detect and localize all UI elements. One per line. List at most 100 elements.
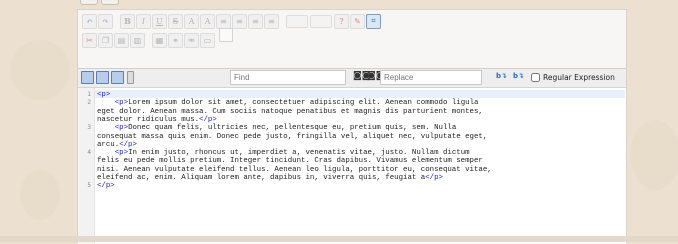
strikethrough-icon[interactable]: S — [168, 13, 183, 29]
settings-icon[interactable] — [127, 71, 134, 84]
code-line: eleifend ac, enim. Aliquam lorem ante, d… — [97, 174, 617, 182]
code-line: <p> — [97, 91, 617, 99]
code-line: <p>Lorem ipsum dolor sit amet, consectet… — [97, 99, 617, 107]
html-tag: <p> — [97, 91, 111, 99]
link-glyph: ⚭ — [172, 35, 179, 45]
html-tag: <p> — [114, 99, 129, 108]
regex-label: Regular Expression — [543, 73, 615, 82]
code-line: <p>In enim justo, rhoncus ut, imperdiet … — [97, 149, 617, 157]
italic-glyph: I — [141, 16, 146, 26]
underline-glyph: U — [156, 16, 163, 26]
paste-text-icon[interactable]: ▥ — [130, 32, 145, 48]
html-tag: </p> — [199, 115, 217, 124]
line-number-gutter: 1 2 3 4 5 — [78, 88, 95, 244]
align-right-glyph: ≡ — [252, 16, 259, 26]
image-glyph: ▭ — [203, 35, 212, 45]
redo-glyph: ↷ — [102, 16, 109, 26]
toolbar-row-2: ✂ ❐ ▤ ▥ ▦ ⚭ ⚮ ▭ — [82, 28, 233, 49]
html-tag: </p> — [119, 140, 137, 149]
code-line: </p> — [97, 182, 617, 190]
paste-icon[interactable]: ▤ — [114, 32, 129, 48]
toolbar-extra-box[interactable] — [219, 28, 233, 42]
replace-input[interactable] — [380, 70, 482, 85]
regex-checkbox[interactable] — [531, 73, 540, 82]
top-button-2[interactable] — [101, 0, 119, 5]
undo-icon[interactable]: ↶ — [82, 13, 97, 29]
code-editor: ◙◙ ◙◙ b↴ b↴ Regular Expression 1 2 3 4 5… — [78, 68, 626, 244]
code-text: Lorem ipsum dolor sit amet, consectetuer… — [128, 99, 479, 108]
background-spot — [10, 40, 70, 100]
paste-text-glyph: ▥ — [133, 35, 142, 45]
image-icon[interactable]: ▭ — [200, 32, 215, 48]
underline-icon[interactable]: U — [152, 13, 167, 29]
syntax-toggle-icon[interactable] — [96, 71, 109, 84]
cut-glyph: ✂ — [86, 35, 93, 45]
replace-icon[interactable]: b↴ — [496, 72, 507, 80]
align-center-icon[interactable]: ≡ — [232, 13, 247, 29]
code-line: felis eu pede mollis pretium. Integer ti… — [97, 157, 617, 165]
code-text: In enim justo, rhoncus ut, imperdiet a, … — [128, 149, 470, 158]
line-number: 3 — [87, 124, 91, 131]
code-text: eget dolor. Aenean massa. Cum sociis nat… — [97, 107, 483, 116]
justify-glyph: ≡ — [268, 16, 275, 26]
bottom-strip — [0, 236, 678, 242]
copy-icon[interactable]: ❐ — [98, 32, 113, 48]
strike-glyph: S — [172, 16, 179, 26]
format-dropdown[interactable] — [310, 14, 332, 28]
italic-icon[interactable]: I — [136, 13, 151, 29]
align-center-glyph: ≡ — [236, 16, 243, 26]
superscript-icon[interactable]: A — [184, 13, 199, 29]
code-line: arcu.</p> — [97, 141, 617, 149]
table-glyph: ▦ — [155, 35, 164, 45]
line-number: 2 — [87, 99, 91, 106]
justify-icon[interactable]: ≡ — [264, 13, 279, 29]
bold-glyph: B — [124, 16, 131, 26]
replace-all-icon[interactable]: b↴ — [513, 72, 524, 80]
help-icon[interactable]: ? — [334, 13, 349, 29]
code-line: eget dolor. Aenean massa. Cum sociis nat… — [97, 108, 617, 116]
code-text: arcu. — [97, 140, 120, 149]
background-spot — [630, 120, 678, 190]
unlink-icon[interactable]: ⚮ — [184, 32, 199, 48]
code-text: felis eu pede mollis pretium. Integer ti… — [97, 157, 483, 166]
subscript-icon[interactable]: A — [200, 13, 215, 29]
html-tag: <p> — [114, 124, 129, 133]
undo-glyph: ↶ — [86, 16, 93, 26]
subscript-glyph: A — [204, 16, 211, 26]
word-wrap-icon[interactable] — [111, 71, 124, 84]
code-text: consequat massa quis enim. Donec pede ju… — [97, 132, 488, 141]
fullscreen-icon[interactable] — [81, 71, 94, 84]
clean-icon[interactable]: ✎ — [350, 13, 365, 29]
align-left-glyph: ≡ — [220, 16, 227, 26]
superscript-glyph: A — [188, 16, 195, 26]
top-button-1[interactable] — [80, 0, 98, 5]
line-number: 5 — [87, 182, 91, 189]
code-text: eleifend ac, enim. Aliquam lorem ante, d… — [97, 174, 426, 182]
redo-icon[interactable]: ↷ — [98, 13, 113, 29]
line-number: 4 — [87, 149, 91, 156]
align-left-icon[interactable]: ≡ — [216, 13, 231, 29]
link-icon[interactable]: ⚭ — [168, 32, 183, 48]
background-spot — [20, 170, 60, 220]
paste-glyph: ▤ — [117, 35, 126, 45]
code-line: nascetur ridiculus mus.</p> — [97, 116, 617, 124]
list-style-dropdown[interactable] — [286, 14, 308, 28]
html-tag: </p> — [425, 174, 443, 182]
html-tag: </p> — [97, 182, 115, 191]
bold-icon[interactable]: B — [120, 13, 135, 29]
code-text: Donec quam felis, ultricies nec, pellent… — [128, 124, 457, 133]
source-code-icon[interactable]: ⌗ — [366, 13, 381, 29]
code-line: <p>Donec quam felis, ultricies nec, pell… — [97, 124, 617, 132]
table-icon[interactable]: ▦ — [152, 32, 167, 48]
html-tag: <p> — [114, 149, 129, 158]
align-right-icon[interactable]: ≡ — [248, 13, 263, 29]
line-number: 1 — [87, 91, 91, 98]
find-input[interactable] — [230, 70, 346, 85]
code-line: nisi. Aenean vulputate eleifend tellus. … — [97, 166, 617, 174]
cut-icon[interactable]: ✂ — [82, 32, 97, 48]
code-text: nascetur ridiculus mus. — [97, 115, 200, 124]
code-line: consequat massa quis enim. Donec pede ju… — [97, 133, 617, 141]
